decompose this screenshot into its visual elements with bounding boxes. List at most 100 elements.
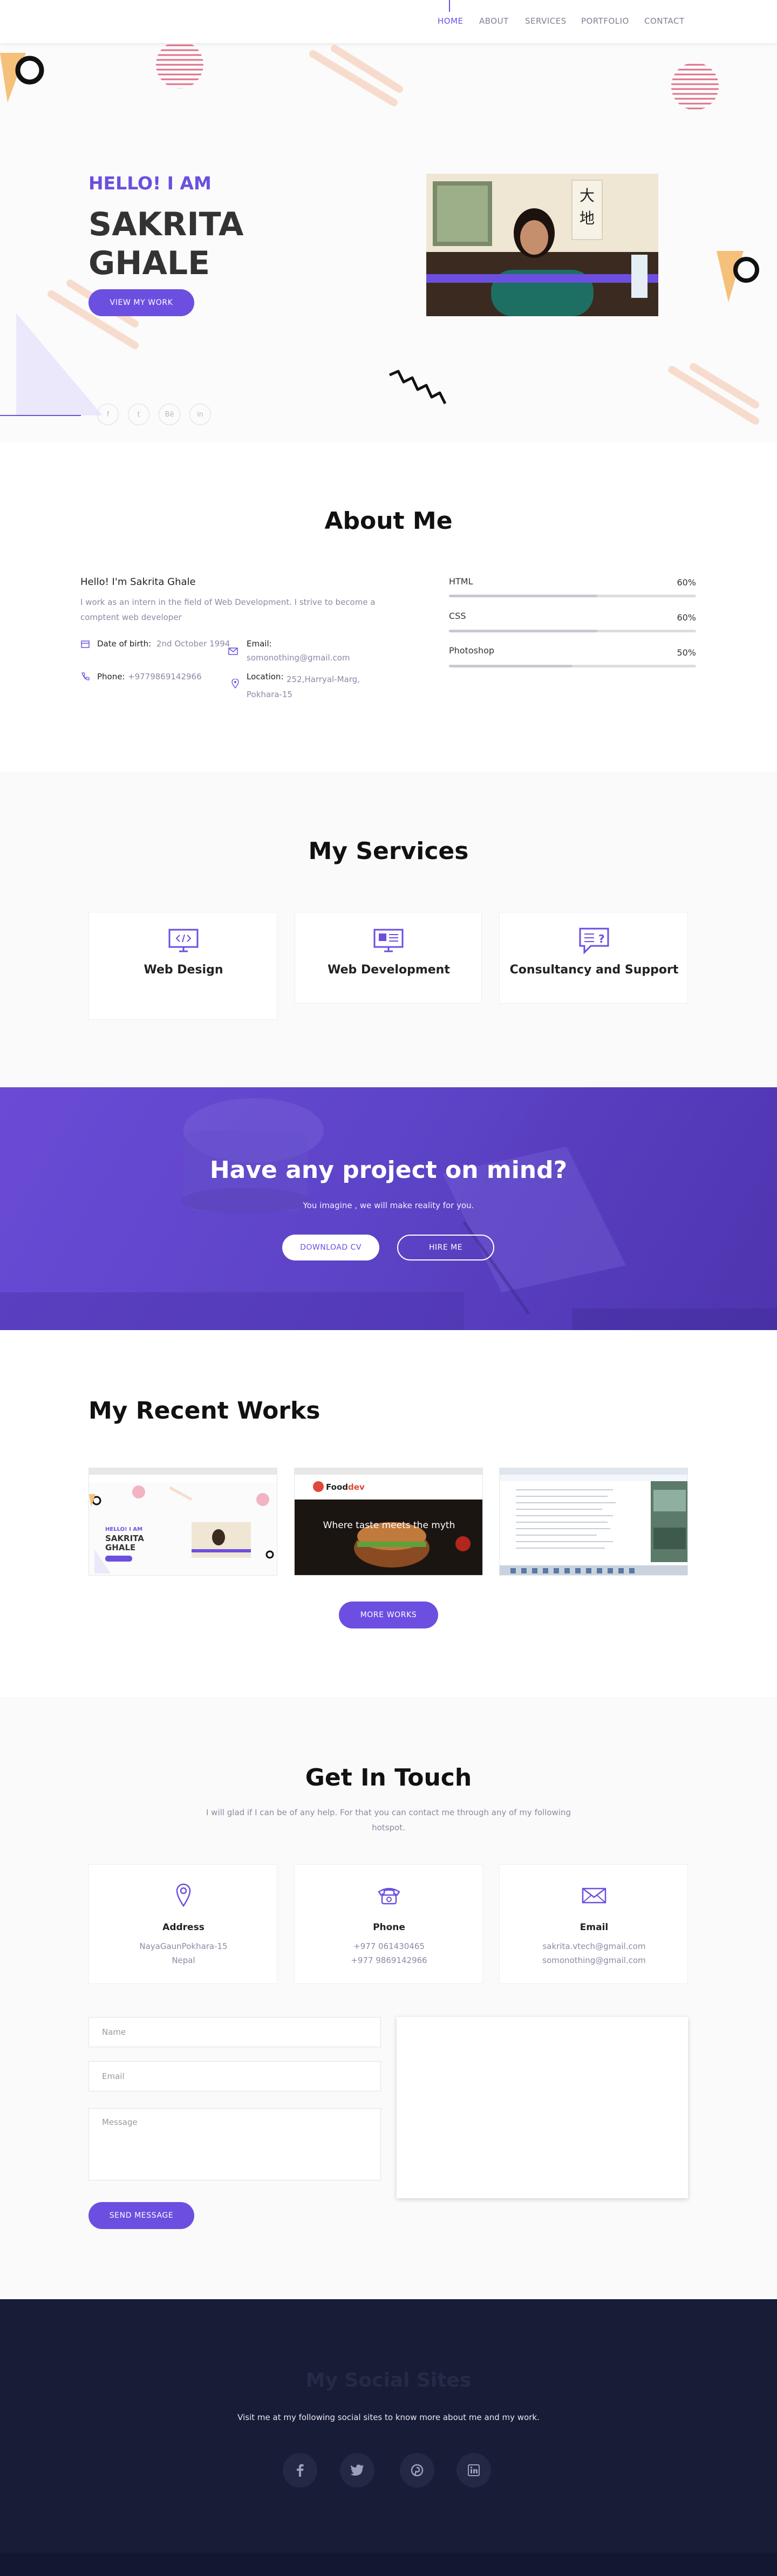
phone-icon	[80, 672, 90, 682]
name-input[interactable]: Name	[88, 2017, 381, 2047]
map-embed[interactable]	[397, 2017, 688, 2198]
footer-section: My Social Sites Visit me at my following…	[0, 2299, 777, 2576]
about-title: About Me	[324, 507, 453, 535]
dob-label: Date of birth:	[97, 639, 152, 649]
hero-linkedin-icon[interactable]: in	[189, 404, 211, 425]
calendar-icon	[80, 639, 90, 649]
footer-bottom-bar	[0, 2553, 777, 2576]
chat-question-icon: ?	[578, 926, 610, 955]
email-label: Email:	[247, 639, 272, 649]
nav-active-indicator	[449, 0, 450, 12]
service-label: Web Development	[328, 963, 450, 977]
project-subtitle: You imagine , we will make reality for y…	[303, 1201, 474, 1210]
nav-services[interactable]: SERVICES	[525, 16, 567, 26]
services-section: My Services Web Design Web Development ?…	[0, 772, 777, 1087]
skill-percent-css: 60%	[677, 612, 696, 623]
project-banner: Have any project on mind? You imagine , …	[0, 1087, 777, 1330]
contact-card-line2[interactable]: +977 9869142966	[295, 1955, 483, 1965]
send-message-button[interactable]: SEND MESSAGE	[88, 2202, 194, 2229]
contact-title: Get In Touch	[305, 1764, 472, 1791]
contact-card-line2[interactable]: somonothing@gmail.com	[500, 1955, 689, 1965]
contact-card-phone: Phone +977 061430465 +977 9869142966	[294, 1864, 483, 1984]
envelope-icon	[228, 648, 238, 655]
location-value: 252,Harryal-Marg, Pokhara-15	[247, 674, 360, 699]
hire-me-button[interactable]: HIRE ME	[397, 1235, 494, 1260]
top-navbar: HOME ABOUT SERVICES PORTFOLIO CONTACT	[0, 0, 777, 43]
skill-percent-photoshop: 50%	[677, 648, 696, 658]
monitor-layout-icon	[372, 928, 405, 953]
thumb-name: SAKRITA GHALE	[105, 1534, 144, 1552]
hero-facebook-icon[interactable]: f	[97, 404, 119, 425]
hero-name-line2: GHALE	[88, 244, 210, 282]
skill-bar-fill-html	[449, 595, 597, 597]
phone-label: Phone:	[97, 672, 125, 682]
contact-card-label: Address	[162, 1922, 205, 1933]
skill-bar-html	[449, 595, 696, 597]
skill-bar-fill-css	[449, 630, 597, 632]
footer-twitter-icon[interactable]	[340, 2453, 374, 2488]
message-textarea[interactable]: Message	[88, 2108, 381, 2180]
thumb-greeting: HELLO! I AM	[105, 1526, 143, 1532]
thumb-brand-text: Food	[326, 1482, 348, 1492]
monitor-code-icon	[167, 928, 200, 953]
phone-value[interactable]: +9779869142966	[128, 672, 202, 682]
contact-card-line1[interactable]: sakrita.vtech@gmail.com	[500, 1941, 689, 1951]
services-title: My Services	[308, 837, 469, 865]
skill-bar-photoshop	[449, 665, 696, 667]
nav-home[interactable]: HOME	[438, 16, 464, 26]
profile-photo: 大 地	[426, 174, 658, 316]
contact-intro: I will glad if I can be of any help. For…	[206, 1808, 571, 1832]
location-icon	[231, 679, 239, 689]
contact-card-line1[interactable]: +977 061430465	[295, 1941, 483, 1951]
svg-text:大: 大	[580, 187, 595, 205]
nav-portfolio[interactable]: PORTFOLIO	[581, 16, 629, 26]
thumb-tagline: Where taste meets the myth	[323, 1520, 455, 1531]
footer-title: My Social Sites	[305, 2369, 472, 2391]
work-thumbnail-portfolio[interactable]: HELLO! I AM SAKRITA GHALE	[88, 1468, 277, 1576]
about-section: About Me Hello! I'm Sakrita Ghale I work…	[0, 442, 777, 772]
envelope-icon	[582, 1887, 606, 1904]
thumb-brand: Fooddev	[326, 1482, 365, 1492]
footer-pinterest-icon[interactable]	[400, 2453, 434, 2488]
email-input[interactable]: Email	[88, 2061, 381, 2091]
work-thumbnail-fooddev[interactable]: Fooddev Where taste meets the myth	[294, 1468, 483, 1576]
service-card-web-design[interactable]: Web Design	[88, 912, 277, 1020]
svg-text:?: ?	[598, 932, 605, 945]
svg-text:地: 地	[580, 209, 595, 227]
contact-section: Get In Touch I will glad if I can be of …	[0, 1697, 777, 2299]
footer-linkedin-icon[interactable]	[456, 2453, 491, 2488]
more-works-button[interactable]: MORE WORKS	[339, 1602, 438, 1628]
view-my-work-button[interactable]: VIEW MY WORK	[88, 289, 194, 316]
nav-contact[interactable]: CONTACT	[644, 16, 685, 26]
about-intro: I work as an intern in the field of Web …	[80, 597, 376, 622]
service-label: Consultancy and Support	[509, 963, 679, 977]
skill-percent-html: 60%	[677, 577, 696, 588]
dob-value: 2nd October 1994	[156, 639, 230, 649]
nav-about[interactable]: ABOUT	[479, 16, 509, 26]
contact-card-line2: Nepal	[172, 1955, 195, 1965]
skill-name-photoshop: Photoshop	[449, 645, 495, 656]
footer-text: Visit me at my following social sites to…	[237, 2413, 540, 2422]
contact-card-address: Address NayaGaunPokhara-15 Nepal	[88, 1864, 277, 1984]
download-cv-button[interactable]: DOWNLOAD CV	[282, 1235, 379, 1260]
skill-bar-css	[449, 630, 696, 632]
contact-card-line1: NayaGaunPokhara-15	[139, 1941, 228, 1951]
footer-facebook-icon[interactable]	[283, 2453, 317, 2488]
page: HOME ABOUT SERVICES PORTFOLIO CONTACT HE…	[0, 0, 777, 2576]
email-value[interactable]: somonothing@gmail.com	[247, 653, 350, 663]
hero-name-line1: SAKRITA	[88, 206, 244, 243]
works-title: My Recent Works	[88, 1397, 321, 1425]
hero-twitter-icon[interactable]: t	[128, 404, 149, 425]
project-title: Have any project on mind?	[209, 1156, 568, 1184]
service-card-web-development[interactable]: Web Development	[295, 912, 482, 1004]
hero-behance-icon[interactable]: Bē	[159, 404, 180, 425]
contact-card-label: Phone	[373, 1922, 405, 1933]
skill-name-html: HTML	[449, 576, 473, 587]
work-thumbnail-document[interactable]	[499, 1468, 688, 1576]
service-card-consultancy[interactable]: ? Consultancy and Support	[499, 912, 688, 1004]
about-heading: Hello! I'm Sakrita Ghale	[80, 576, 196, 588]
service-label: Web Design	[144, 963, 223, 977]
skill-name-css: CSS	[449, 611, 466, 621]
works-section: My Recent Works HELLO! I AM SAKRITA GHAL…	[0, 1330, 777, 1697]
telephone-icon	[377, 1885, 401, 1905]
